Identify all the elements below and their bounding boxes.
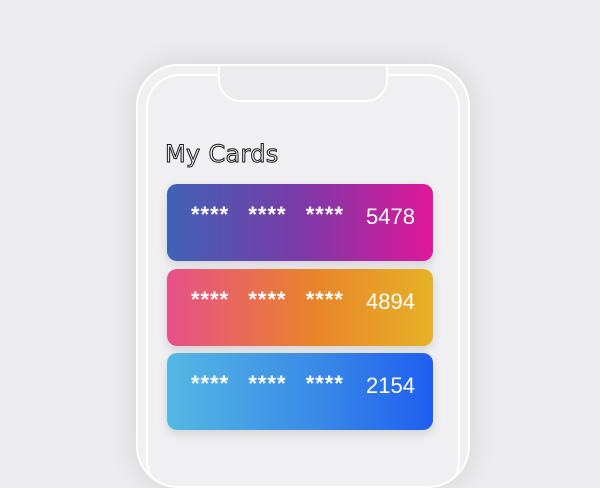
card-last4: 5478 — [366, 204, 415, 229]
mask-group-2: **** — [248, 202, 287, 227]
card-number-mask: **** **** **** — [191, 371, 356, 397]
card-last4: 4894 — [366, 289, 415, 314]
page-title: My Cards — [165, 140, 279, 169]
mask-group-1: **** — [191, 287, 230, 312]
card-last4: 2154 — [366, 373, 415, 398]
mask-group-1: **** — [191, 371, 230, 396]
phone-frame: My Cards **** **** **** 5478 **** **** *… — [136, 64, 470, 488]
card-3[interactable]: **** **** **** 2154 — [167, 353, 433, 430]
mask-group-2: **** — [248, 371, 287, 396]
mask-group-1: **** — [191, 202, 230, 227]
card-1[interactable]: **** **** **** 5478 — [167, 184, 433, 261]
card-number-mask: **** **** **** — [191, 287, 356, 313]
mask-group-2: **** — [248, 287, 287, 312]
card-number-mask: **** **** **** — [191, 202, 356, 228]
mask-group-3: **** — [305, 287, 344, 312]
card-2[interactable]: **** **** **** 4894 — [167, 269, 433, 346]
mask-group-3: **** — [305, 202, 344, 227]
phone-notch — [218, 66, 388, 102]
mask-group-3: **** — [305, 371, 344, 396]
